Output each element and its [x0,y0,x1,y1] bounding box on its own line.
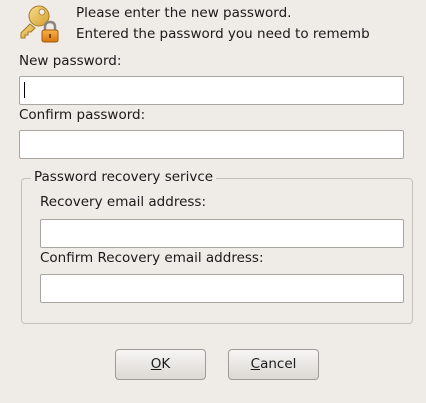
confirm-recovery-email-input[interactable] [40,274,404,303]
cancel-mnemonic: C [250,356,261,372]
cancel-label-rest: ancel [260,356,297,372]
password-dialog: Please enter the new password. Entered t… [0,0,426,403]
new-password-label: New password: [19,53,122,69]
key-lock-icon [18,0,66,44]
recovery-email-label: Recovery email address: [40,194,206,210]
text-caret [24,82,25,98]
ok-button[interactable]: OK [115,349,206,380]
confirm-password-label: Confirm password: [19,107,146,123]
recovery-email-input[interactable] [40,219,404,248]
instruction-line-1: Please enter the new password. [76,5,292,21]
confirm-recovery-email-label: Confirm Recovery email address: [40,250,264,266]
ok-mnemonic: O [150,356,162,372]
new-password-input[interactable] [19,76,404,105]
instruction-line-2: Entered the password you need to rememb [76,26,370,42]
ok-label-rest: K [161,356,171,372]
recovery-group-title: Password recovery serivce [31,168,217,186]
confirm-password-input[interactable] [19,130,404,159]
cancel-button[interactable]: Cancel [228,349,319,380]
